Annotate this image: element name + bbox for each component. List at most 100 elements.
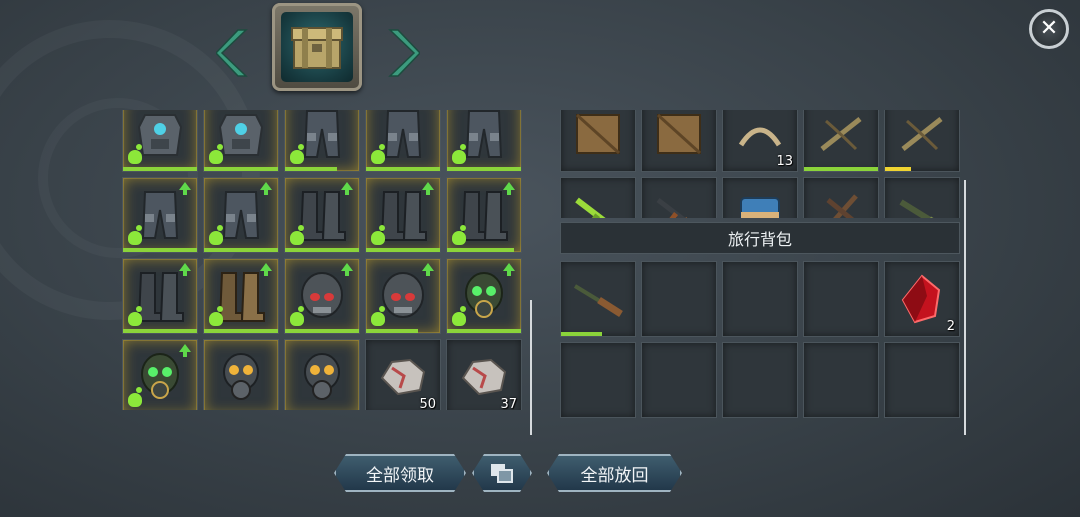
inventory-slot[interactable] <box>641 110 717 172</box>
upgrade-arrow-icon <box>341 263 353 276</box>
durability-bar <box>804 167 878 171</box>
durability-bar <box>366 329 418 333</box>
inventory-slot[interactable] <box>641 177 717 218</box>
toxic-skull-icon <box>209 225 223 245</box>
durability-bar <box>123 329 197 333</box>
backpack-slot-empty[interactable] <box>803 342 879 418</box>
container-slot[interactable] <box>203 258 279 334</box>
ak-rifle-icon <box>656 198 688 218</box>
backpack-slot-empty[interactable] <box>722 261 798 337</box>
container-slot[interactable] <box>365 258 441 334</box>
durability-bar <box>561 332 602 336</box>
durability-bar <box>447 248 514 252</box>
return-all-label: 全部放回 <box>580 465 649 486</box>
container-grid: 50 37 <box>122 110 522 410</box>
toxic-skull-icon <box>371 306 385 326</box>
inventory-slot[interactable] <box>560 177 636 218</box>
container-slot[interactable] <box>203 110 279 172</box>
hunting-rifle-icon <box>573 284 623 317</box>
shotgun-icon <box>899 199 934 218</box>
backpack-title: 旅行背包 <box>727 230 792 249</box>
upgrade-arrow-icon <box>179 263 191 276</box>
toxic-skull-icon <box>128 144 142 164</box>
container-slot[interactable] <box>122 258 198 334</box>
container-slot[interactable] <box>365 110 441 172</box>
container-slot[interactable] <box>203 339 279 410</box>
next-container-button[interactable] <box>386 28 422 78</box>
inventory-slot[interactable] <box>884 177 960 218</box>
backpack-slot[interactable] <box>560 261 636 337</box>
container-slot[interactable] <box>446 258 522 334</box>
stack-swap-icon <box>489 462 515 484</box>
container-slot[interactable]: 37 <box>446 339 522 410</box>
supply-crate-icon <box>281 12 353 82</box>
durability-bar <box>123 248 197 252</box>
toxic-skull-icon <box>452 306 466 326</box>
container-slot[interactable] <box>284 339 360 410</box>
upgrade-arrow-icon <box>260 263 272 276</box>
backpack-slot-empty[interactable] <box>560 342 636 418</box>
toxic-skull-icon <box>371 144 385 164</box>
container-slot[interactable] <box>446 177 522 253</box>
upgrade-arrow-icon <box>503 263 515 276</box>
durability-bar <box>447 167 521 171</box>
stack-count: 13 <box>776 154 793 169</box>
backpack-slot-empty[interactable] <box>641 261 717 337</box>
wooden-crate-icon <box>575 113 621 155</box>
chevron-left-icon <box>214 29 248 77</box>
durability-bar <box>285 167 337 171</box>
upgrade-arrow-icon <box>179 344 191 357</box>
backpack-slot-empty[interactable] <box>803 261 879 337</box>
container-slot[interactable] <box>284 177 360 253</box>
container-slot[interactable] <box>284 110 360 172</box>
close-button[interactable]: ✕ <box>1029 9 1069 49</box>
inventory-slot[interactable] <box>560 110 636 172</box>
container-slot[interactable]: 50 <box>365 339 441 410</box>
inventory-slot[interactable]: 10 <box>803 177 879 218</box>
inventory-slot[interactable]: 12 <box>722 177 798 218</box>
toxic-skull-icon <box>209 144 223 164</box>
durability-bar <box>366 248 440 252</box>
inventory-slot[interactable]: 13 <box>722 110 798 172</box>
durability-bar <box>285 248 359 252</box>
backpack-slot-empty[interactable] <box>641 342 717 418</box>
backpack-slot-empty[interactable] <box>722 342 798 418</box>
upgrade-arrow-icon <box>422 263 434 276</box>
respirator-icon <box>223 353 259 400</box>
container-slot[interactable] <box>122 110 198 172</box>
backpack-slot-empty[interactable] <box>884 342 960 418</box>
take-all-button[interactable]: 全部领取 <box>334 454 466 492</box>
toxic-skull-icon <box>452 225 466 245</box>
upgrade-arrow-icon <box>422 182 434 195</box>
swap-stack-button[interactable] <box>472 454 532 492</box>
duct-tape-icon <box>740 197 780 218</box>
container-slot[interactable] <box>122 177 198 253</box>
container-scrollbar[interactable] <box>530 300 532 435</box>
container-slot[interactable] <box>122 339 198 410</box>
upgrade-arrow-icon <box>179 182 191 195</box>
backpack-slot[interactable]: 2 <box>884 261 960 337</box>
container-slot[interactable] <box>365 177 441 253</box>
crossbow-icon <box>901 117 943 151</box>
assault-rifle-green-icon <box>575 197 606 218</box>
inventory-scrollbar[interactable] <box>964 180 966 435</box>
container-slot[interactable] <box>284 258 360 334</box>
respirator-icon <box>304 353 340 400</box>
durability-bar <box>285 329 359 333</box>
container-panel[interactable]: 50 37 <box>118 110 528 410</box>
container-slot[interactable] <box>446 110 522 172</box>
prev-container-button[interactable] <box>214 28 250 78</box>
stack-count: 37 <box>500 397 517 410</box>
toxic-skull-icon <box>290 225 304 245</box>
inventory-panel[interactable]: 13 1210 <box>556 110 966 218</box>
inventory-slot[interactable] <box>803 110 879 172</box>
inventory-slot[interactable] <box>884 110 960 172</box>
toxic-skull-icon <box>290 144 304 164</box>
chevron-right-icon <box>388 29 422 77</box>
durability-bar <box>447 329 521 333</box>
upgrade-arrow-icon <box>341 182 353 195</box>
stack-count: 2 <box>946 319 955 334</box>
red-crystal-icon <box>901 274 941 324</box>
container-slot[interactable] <box>203 177 279 253</box>
return-all-button[interactable]: 全部放回 <box>547 454 682 492</box>
